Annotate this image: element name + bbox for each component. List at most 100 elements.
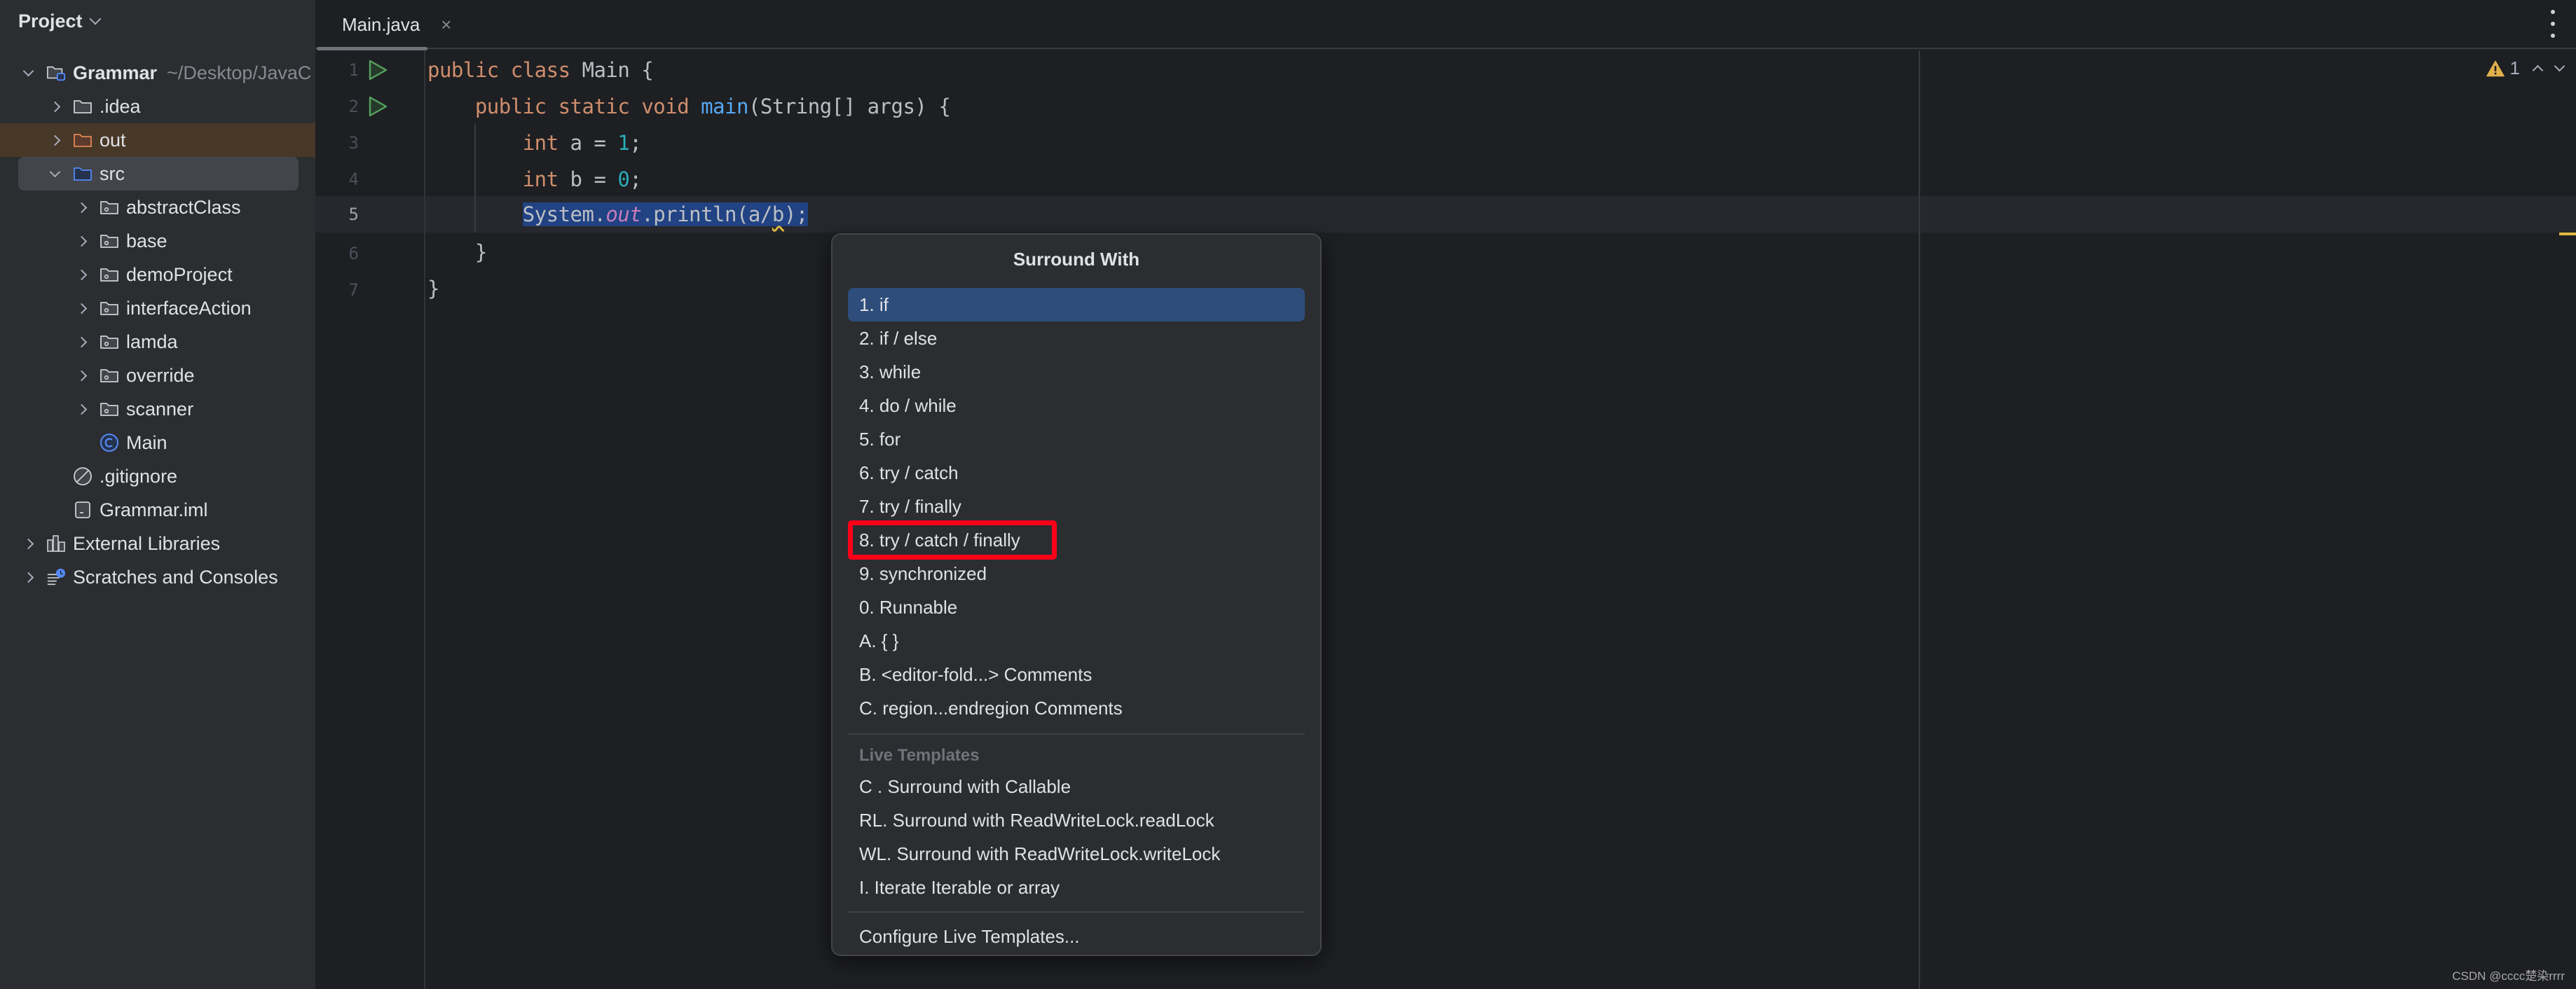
- expand-toggle[interactable]: [74, 368, 88, 382]
- expand-toggle[interactable]: [74, 402, 88, 416]
- surround-option[interactable]: 5. for: [848, 422, 1305, 456]
- surround-option[interactable]: WL. Surround with ReadWriteLock.writeLoc…: [848, 837, 1305, 871]
- chevron-right-icon[interactable]: [76, 269, 87, 280]
- excluded-folder-icon: [73, 132, 93, 148]
- chevron-down-icon: [89, 13, 102, 25]
- package-icon: [100, 367, 119, 384]
- surround-option[interactable]: 1. if: [848, 288, 1305, 321]
- tab-main-java[interactable]: Main.java ×: [315, 0, 451, 50]
- chevron-right-icon[interactable]: [76, 235, 87, 247]
- expand-toggle[interactable]: [48, 133, 62, 147]
- expand-toggle[interactable]: [21, 65, 35, 80]
- chevron-right-icon[interactable]: [76, 370, 87, 381]
- tree-item-idea[interactable]: .idea: [0, 90, 315, 123]
- tree-item-grammar[interactable]: Grammar ~/Desktop/JavaC: [0, 56, 315, 90]
- package-icon: [100, 333, 119, 350]
- popup-divider: [848, 911, 1305, 913]
- surround-option[interactable]: 2. if / else: [848, 321, 1305, 355]
- chevron-right-icon[interactable]: [49, 134, 60, 146]
- chevron-right-icon[interactable]: [76, 303, 87, 314]
- chevron-right-icon[interactable]: [76, 202, 87, 213]
- tree-item-abstractclass[interactable]: abstractClass: [0, 191, 315, 224]
- surround-option[interactable]: 9. synchronized: [848, 557, 1305, 590]
- previous-problem-icon[interactable]: [2532, 64, 2544, 76]
- tree-item-label: lamda: [126, 331, 178, 352]
- expand-toggle[interactable]: [21, 570, 35, 584]
- tree-item-grammar-iml[interactable]: Grammar.iml: [0, 493, 315, 527]
- project-path: ~/Desktop/JavaC: [167, 62, 312, 83]
- gutter-line[interactable]: 4: [315, 161, 2576, 198]
- surround-option[interactable]: C . Surround with Callable: [848, 770, 1305, 803]
- tree-item-label: scanner: [126, 398, 194, 420]
- surround-option[interactable]: 4. do / while: [848, 389, 1305, 422]
- surround-option[interactable]: B. <editor-fold...> Comments: [848, 658, 1305, 691]
- chevron-right-icon[interactable]: [76, 403, 87, 415]
- expand-toggle: [48, 469, 62, 483]
- close-tab-icon[interactable]: ×: [441, 14, 451, 36]
- option-label: 1. if: [859, 293, 889, 315]
- gutter-line[interactable]: 7: [315, 272, 2576, 308]
- package-icon: [100, 266, 119, 283]
- tree-item-label: abstractClass: [126, 196, 241, 218]
- chevron-right-icon[interactable]: [22, 538, 34, 549]
- tree-item-scratches-and-consoles[interactable]: Scratches and Consoles: [0, 560, 315, 594]
- option-label: 0. Runnable: [859, 596, 958, 618]
- warning-stripe-marker[interactable]: [2559, 233, 2576, 235]
- expand-toggle[interactable]: [74, 301, 88, 315]
- expand-toggle[interactable]: [74, 335, 88, 349]
- expand-toggle[interactable]: [21, 537, 35, 551]
- ignore-file-icon: [73, 467, 93, 485]
- gutter-line[interactable]: 3: [315, 125, 2576, 161]
- surround-option[interactable]: RL. Surround with ReadWriteLock.readLock: [848, 803, 1305, 837]
- popup-list: 1. if 2. if / else 3. while 4. do / while 5.…: [848, 288, 1305, 953]
- run-icon[interactable]: [367, 59, 388, 81]
- line-number: 3: [348, 133, 359, 153]
- project-view-selector[interactable]: Project: [18, 7, 102, 35]
- chevron-down-icon[interactable]: [49, 166, 60, 177]
- line-number: 7: [348, 280, 359, 300]
- configure-live-templates[interactable]: Configure Live Templates...: [848, 920, 1305, 953]
- tree-item-main[interactable]: Main: [0, 426, 315, 459]
- tree-item-src[interactable]: src: [0, 157, 315, 191]
- gutter-line[interactable]: 1: [315, 52, 2576, 88]
- line-number: 4: [348, 170, 359, 189]
- surround-option[interactable]: A. { }: [848, 624, 1305, 658]
- tree-item-external-libraries[interactable]: External Libraries: [0, 527, 315, 560]
- scratches-icon: [46, 568, 66, 586]
- more-options-icon[interactable]: [2549, 10, 2556, 38]
- expand-toggle[interactable]: [74, 200, 88, 214]
- expand-toggle[interactable]: [48, 99, 62, 113]
- expand-toggle[interactable]: [74, 268, 88, 282]
- surround-option[interactable]: 3. while: [848, 355, 1305, 389]
- tree-item-demoproject[interactable]: demoProject: [0, 258, 315, 291]
- tree-item-scanner[interactable]: scanner: [0, 392, 315, 426]
- chevron-right-icon[interactable]: [49, 101, 60, 112]
- surround-option[interactable]: I. Iterate Iterable or array: [848, 871, 1305, 904]
- surround-option[interactable]: C. region...endregion Comments: [848, 691, 1305, 725]
- expand-toggle[interactable]: [74, 234, 88, 248]
- surround-option[interactable]: 0. Runnable: [848, 590, 1305, 624]
- tree-item-base[interactable]: base: [0, 224, 315, 258]
- package-icon: [100, 199, 119, 216]
- tree-item-lamda[interactable]: lamda: [0, 325, 315, 359]
- chevron-right-icon[interactable]: [76, 336, 87, 347]
- next-problem-icon[interactable]: [2554, 60, 2565, 72]
- gutter-line[interactable]: 2: [315, 88, 2576, 125]
- surround-option[interactable]: 8. try / catch / finally: [848, 520, 1305, 560]
- line-number: 2: [348, 97, 359, 116]
- tree-item-override[interactable]: override: [0, 359, 315, 392]
- surround-option[interactable]: 7. try / finally: [848, 490, 1305, 523]
- tree-item-label: Grammar.iml: [100, 499, 208, 520]
- tree-item-gitignore[interactable]: .gitignore: [0, 459, 315, 493]
- tree-item-interfaceaction[interactable]: interfaceAction: [0, 291, 315, 325]
- gutter-line[interactable]: 5: [315, 196, 2576, 233]
- tree-item-label: Scratches and Consoles: [73, 566, 278, 588]
- expand-toggle[interactable]: [48, 166, 62, 181]
- chevron-down-icon[interactable]: [22, 65, 34, 76]
- chevron-right-icon[interactable]: [22, 572, 34, 583]
- gutter-line[interactable]: 6: [315, 235, 2576, 272]
- run-icon[interactable]: [367, 95, 388, 118]
- tree-item-out[interactable]: out: [0, 123, 315, 157]
- inspection-widget[interactable]: 1: [2486, 57, 2565, 79]
- surround-option[interactable]: 6. try / catch: [848, 456, 1305, 490]
